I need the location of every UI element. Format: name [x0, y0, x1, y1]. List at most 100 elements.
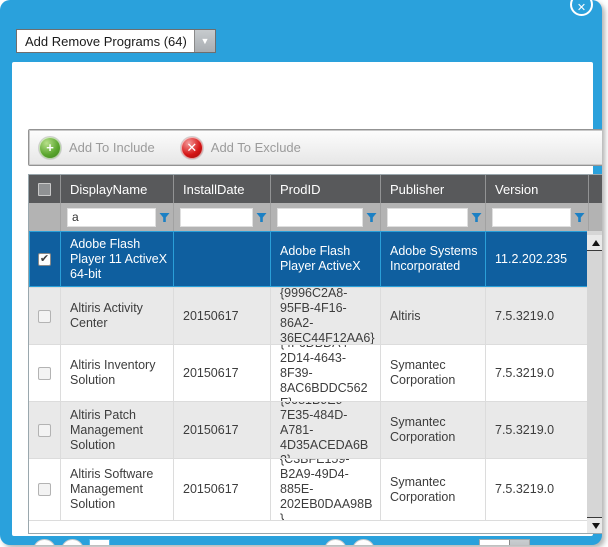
page-size-label: Page size: [408, 543, 471, 546]
page-button-6[interactable]: 6 [198, 541, 215, 546]
cell-version: 11.2.202.235 [486, 231, 589, 287]
grid-body: ✔ Adobe Flash Player 11 ActiveX 64-bit Ado… [29, 231, 602, 533]
page-button-1[interactable]: 1 [89, 539, 110, 546]
row-checkbox[interactable] [38, 367, 51, 380]
grid-filter-row [29, 203, 602, 231]
row-checkbox[interactable] [38, 483, 51, 496]
filter-cell-version [486, 203, 589, 231]
filter-funnel-icon[interactable] [574, 212, 585, 223]
pager-ellipsis: ... [304, 543, 319, 546]
cell-display-name: Altiris Patch Management Solution [61, 402, 174, 458]
grid-header-filler [589, 175, 602, 203]
pager-row: 123456789 10 ... Page size: 10 ▼ [28, 532, 602, 545]
page-button-7[interactable]: 7 [219, 541, 236, 546]
table-row[interactable]: Altiris Inventory Solution20150617{4F6DB… [29, 345, 602, 402]
filter-funnel-icon[interactable] [256, 212, 267, 223]
add-to-include-button[interactable]: + Add To Include [39, 137, 155, 159]
first-page-button[interactable] [33, 539, 56, 546]
row-checkbox-cell [29, 459, 61, 520]
cell-publisher: Symantec Corporation [381, 345, 486, 401]
toolbar: + Add To Include ✕ Add To Exclude [28, 129, 602, 166]
add-to-exclude-button[interactable]: ✕ Add To Exclude [181, 137, 301, 159]
cell-prod-id: Adobe Flash Player ActiveX [271, 231, 381, 287]
filter-input-prodid[interactable] [277, 208, 363, 227]
cell-install-date [174, 231, 271, 287]
next-page-button[interactable] [324, 539, 347, 546]
table-row[interactable]: Altiris Patch Management Solution2015061… [29, 402, 602, 459]
column-header-installdate[interactable]: InstallDate [174, 175, 271, 203]
cell-version: 7.5.3219.0 [486, 345, 589, 401]
cell-prod-id: {C3BFE159-B2A9-49D4-885E-202EB0DAA98B} [271, 459, 381, 520]
cell-install-date: 20150617 [174, 402, 271, 458]
row-checkbox-cell [29, 345, 61, 401]
row-checkbox[interactable] [38, 310, 51, 323]
cell-publisher: Symantec Corporation [381, 459, 486, 520]
row-checkbox-cell: ✔ [29, 231, 61, 287]
row-checkbox-cell [29, 288, 61, 344]
pager-area: 12345678910 ... Page size: 10 ▼ 1260 i [28, 532, 602, 545]
select-all-checkbox-cell [29, 175, 61, 203]
page-button-3[interactable]: 3 [135, 541, 152, 546]
cell-display-name: Altiris Software Management Solution [61, 459, 174, 520]
grid-filter-filler [589, 203, 602, 231]
filter-input-publisher[interactable] [387, 208, 468, 227]
page-button-10[interactable]: 10 [282, 541, 299, 546]
chevron-down-icon[interactable]: ▼ [194, 30, 215, 52]
close-icon[interactable]: ✕ [570, 0, 593, 16]
row-checkbox[interactable] [38, 424, 51, 437]
cell-display-name: Adobe Flash Player 11 ActiveX 64-bit [61, 231, 174, 287]
page-button-5[interactable]: 5 [177, 541, 194, 546]
cell-prod-id: {0081B9E9-7E35-484D-A781-4D35ACEDA6B2} [271, 402, 381, 458]
add-to-exclude-label: Add To Exclude [211, 140, 301, 155]
dialog-window: ✕ Add Remove Programs (64) ▼ + Add To In… [0, 0, 602, 545]
row-checkbox-cell [29, 402, 61, 458]
page-button-2[interactable]: 2 [114, 541, 131, 546]
cell-publisher: Adobe Systems Incorporated [381, 231, 486, 287]
profile-dropdown[interactable]: Add Remove Programs (64) ▼ [16, 29, 216, 53]
page-size-dropdown[interactable]: 10 ▼ [479, 539, 530, 546]
page-number-list: 123456789 10 [89, 539, 299, 546]
column-header-displayname[interactable]: DisplayName [61, 175, 174, 203]
filter-input-installdate[interactable] [180, 208, 253, 227]
filter-funnel-icon[interactable] [159, 212, 170, 223]
column-header-version[interactable]: Version [486, 175, 589, 203]
table-row[interactable]: Altiris Activity Center20150617{9996C2A8… [29, 288, 602, 345]
column-header-publisher[interactable]: Publisher [381, 175, 486, 203]
page-size-value: 10 [480, 540, 509, 546]
page-button-4[interactable]: 4 [156, 541, 173, 546]
cell-install-date: 20150617 [174, 288, 271, 344]
table-row[interactable]: Altiris Software Management Solution2015… [29, 459, 602, 521]
filter-input-version[interactable] [492, 208, 571, 227]
filter-funnel-icon[interactable] [366, 212, 377, 223]
programs-grid: DisplayNameInstallDateProdIDPublisherVer… [28, 174, 602, 534]
filter-checkbox-cell [29, 203, 61, 231]
cell-version: 7.5.3219.0 [486, 459, 589, 520]
page-button-8[interactable]: 8 [240, 541, 257, 546]
filter-cell-publisher [381, 203, 486, 231]
filter-input-displayname[interactable] [67, 208, 156, 227]
cell-display-name: Altiris Inventory Solution [61, 345, 174, 401]
filter-cell-prodid [271, 203, 381, 231]
column-header-prodid[interactable]: ProdID [271, 175, 381, 203]
last-page-button[interactable] [352, 539, 375, 546]
row-checkbox[interactable]: ✔ [38, 253, 51, 266]
filter-funnel-icon[interactable] [471, 212, 482, 223]
scroll-down-icon[interactable] [587, 517, 602, 533]
scroll-up-icon[interactable] [587, 235, 602, 251]
cell-publisher: Symantec Corporation [381, 402, 486, 458]
chevron-down-icon[interactable]: ▼ [509, 540, 529, 546]
add-to-include-label: Add To Include [69, 140, 155, 155]
plus-icon: + [39, 137, 61, 159]
cell-publisher: Altiris [381, 288, 486, 344]
cell-display-name: Altiris Activity Center [61, 288, 174, 344]
page-button-9[interactable]: 9 [261, 541, 278, 546]
cell-prod-id: {9996C2A8-95FB-4F16-86A2-36EC44F12AA6} [271, 288, 381, 344]
page-size-control: Page size: 10 ▼ [408, 539, 530, 546]
cell-install-date: 20150617 [174, 345, 271, 401]
previous-page-button[interactable] [61, 539, 84, 546]
cell-version: 7.5.3219.0 [486, 288, 589, 344]
vertical-scrollbar[interactable] [587, 231, 602, 533]
select-all-checkbox[interactable] [38, 183, 51, 196]
cell-version: 7.5.3219.0 [486, 402, 589, 458]
table-row[interactable]: ✔ Adobe Flash Player 11 ActiveX 64-bit Ado… [29, 231, 602, 288]
